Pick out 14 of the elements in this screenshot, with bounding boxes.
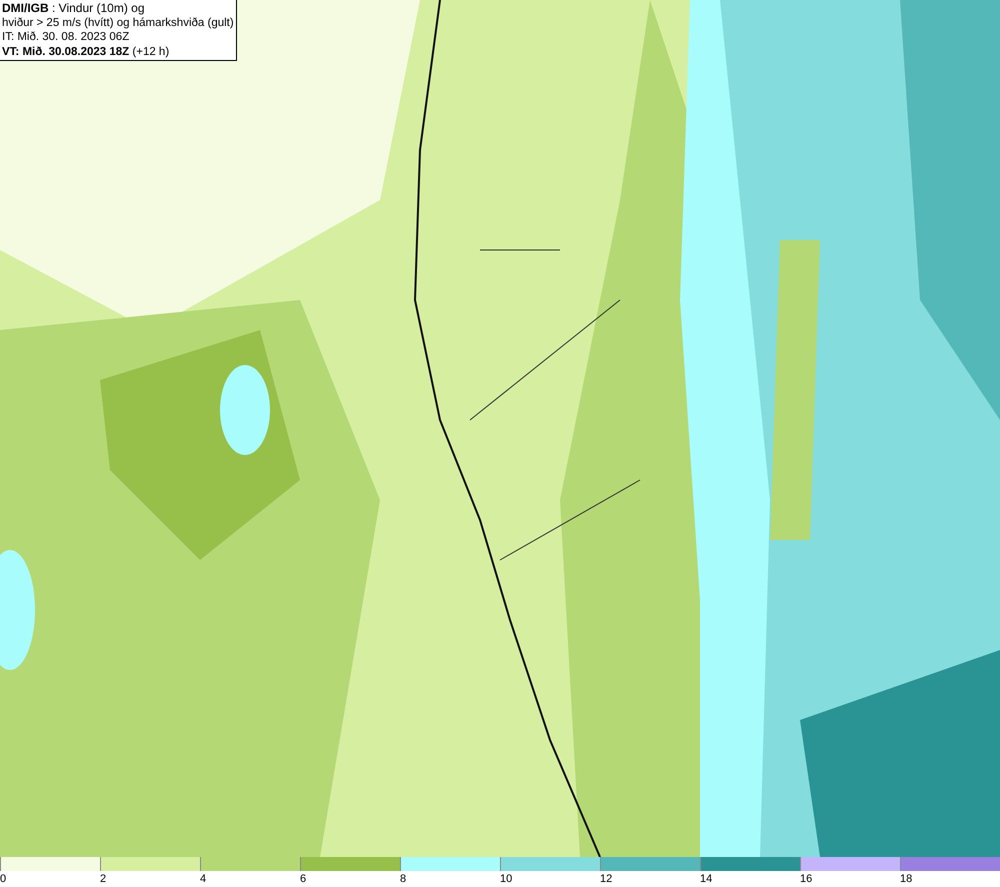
legend-label: 14 [700,872,712,886]
legend-label: 12 [600,872,612,886]
legend-label: 16 [800,872,812,886]
legend-label: 6 [300,872,306,886]
legend-label: 0 [0,872,6,886]
info-text: hviður > 25 m/s (hvítt) og hámarkshviða (gult) [2,16,234,30]
info-text: IT: Mið. 30. 08. 2023 06Z [2,30,130,44]
legend-label: 10 [500,872,512,886]
legend-label: 4 [200,872,206,886]
legend-label: 8 [400,872,406,886]
info-text: DMI/IGB : Vindur (10m) og [2,1,144,16]
info-text: VT: Mið. 30.08.2023 18Z (+12 h) [2,44,170,59]
legend-label: 2 [100,872,106,886]
legend-label: 18 [900,872,912,886]
